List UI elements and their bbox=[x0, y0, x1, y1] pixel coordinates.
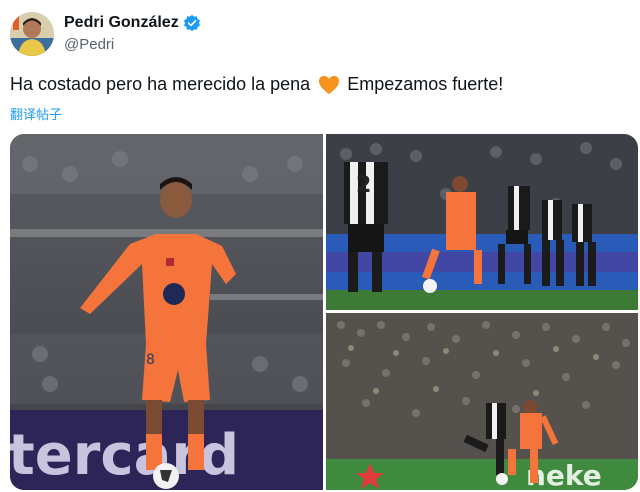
match-action-photo-image: 2 bbox=[326, 134, 638, 310]
photo-3[interactable]: neke bbox=[326, 313, 638, 490]
wide-shot-photo-image: neke bbox=[326, 313, 638, 490]
ad-board-text: tercard bbox=[10, 423, 239, 488]
translate-post-link[interactable]: 翻译帖子 bbox=[10, 104, 62, 123]
author-name[interactable]: Pedri González bbox=[64, 14, 179, 32]
tweet-text-part-1: Ha costado pero ha merecido la pena bbox=[10, 74, 311, 94]
profile-photo-icon bbox=[10, 12, 54, 56]
tweet-text-part-2: Empezamos fuerte! bbox=[347, 74, 504, 94]
photo-2[interactable]: 2 bbox=[326, 134, 638, 310]
player-photo-image: tercard 8 bbox=[10, 134, 323, 490]
tweet-header: Pedri González @Pedri bbox=[10, 10, 630, 56]
verified-badge-icon bbox=[183, 14, 200, 32]
photo-1[interactable]: tercard 8 bbox=[10, 134, 323, 490]
avatar[interactable] bbox=[10, 12, 54, 56]
media-grid: tercard 8 2 neke bbox=[10, 134, 638, 490]
kit-number: 8 bbox=[146, 352, 155, 368]
tweet-text: Ha costado pero ha merecido la pena Empe… bbox=[10, 74, 503, 95]
opponent-number: 2 bbox=[356, 173, 371, 198]
orange-heart-icon bbox=[319, 75, 340, 94]
author-handle[interactable]: @Pedri bbox=[64, 36, 114, 53]
